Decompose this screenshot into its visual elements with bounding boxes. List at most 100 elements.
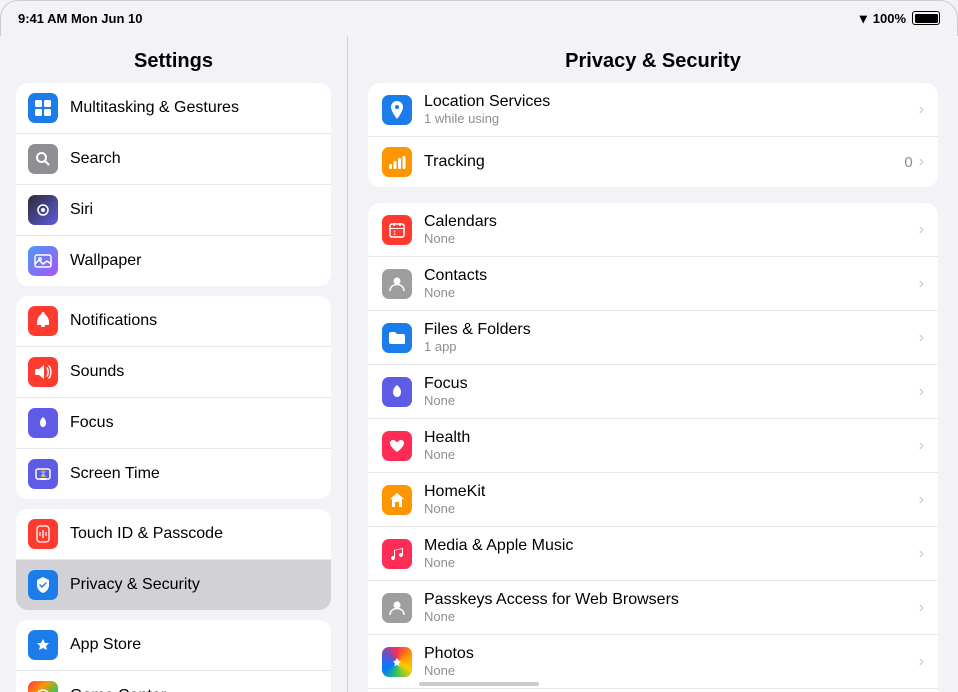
siri-icon	[28, 195, 58, 225]
location-services-icon	[382, 95, 412, 125]
sidebar-label-wallpaper: Wallpaper	[70, 252, 141, 270]
detail-item-tracking[interactable]: Tracking 0 ›	[368, 137, 938, 187]
sidebar-label-touchid: Touch ID & Passcode	[70, 525, 223, 543]
privacy-sidebar-icon	[28, 570, 58, 600]
sidebar-title: Settings	[0, 36, 347, 83]
sidebar-item-sounds[interactable]: Sounds	[16, 347, 331, 398]
focus-icon	[28, 408, 58, 438]
photos-sub: None	[424, 663, 919, 678]
tracking-icon	[382, 147, 412, 177]
home-indicator	[419, 682, 539, 686]
contacts-icon	[382, 269, 412, 299]
tracking-text: Tracking	[424, 153, 904, 171]
photos-right: ›	[919, 653, 924, 671]
detail-item-calendars[interactable]: 1 Calendars None ›	[368, 203, 938, 257]
notifications-icon	[28, 306, 58, 336]
detail-item-contacts[interactable]: Contacts None ›	[368, 257, 938, 311]
tracking-title: Tracking	[424, 153, 904, 171]
search-icon	[28, 144, 58, 174]
music-text: Media & Apple Music None	[424, 537, 919, 570]
battery-fill	[915, 14, 938, 23]
detail-item-files[interactable]: Files & Folders 1 app ›	[368, 311, 938, 365]
sidebar-item-focus[interactable]: Focus	[16, 398, 331, 449]
chevron-icon-6: ›	[919, 383, 924, 401]
sidebar-label-gamecenter: Game Center	[70, 687, 166, 692]
chevron-icon-2: ›	[919, 153, 924, 171]
sidebar: Settings Multitasking & Gestures	[0, 36, 348, 692]
main-container: Settings Multitasking & Gestures	[0, 36, 958, 692]
appstore-icon	[28, 630, 58, 660]
homekit-right: ›	[919, 491, 924, 509]
passkeys-sub: None	[424, 609, 919, 624]
wifi-icon: ▾	[860, 10, 867, 27]
chevron-icon-11: ›	[919, 653, 924, 671]
sidebar-item-appstore[interactable]: App Store	[16, 620, 331, 671]
detail-item-health[interactable]: Health None ›	[368, 419, 938, 473]
sidebar-group-1: Multitasking & Gestures Search	[16, 83, 331, 286]
calendars-right: ›	[919, 221, 924, 239]
passkeys-right: ›	[919, 599, 924, 617]
files-title: Files & Folders	[424, 321, 919, 339]
detail-item-location[interactable]: Location Services 1 while using ›	[368, 83, 938, 137]
focus-detail-title: Focus	[424, 375, 919, 393]
battery-icon	[912, 11, 940, 25]
multitasking-icon	[28, 93, 58, 123]
files-text: Files & Folders 1 app	[424, 321, 919, 354]
sidebar-item-notifications[interactable]: Notifications	[16, 296, 331, 347]
screentime-icon: ⌛	[28, 459, 58, 489]
contacts-text: Contacts None	[424, 267, 919, 300]
sidebar-item-multitasking[interactable]: Multitasking & Gestures	[16, 83, 331, 134]
detail-title: Privacy & Security	[368, 36, 938, 83]
sidebar-label-multitasking: Multitasking & Gestures	[70, 99, 239, 117]
sidebar-item-gamecenter[interactable]: Game Center	[16, 671, 331, 692]
sidebar-label-search: Search	[70, 150, 121, 168]
health-text: Health None	[424, 429, 919, 462]
svg-text:1: 1	[393, 231, 397, 237]
detail-item-focus[interactable]: Focus None ›	[368, 365, 938, 419]
location-title: Location Services	[424, 93, 919, 111]
calendars-text: Calendars None	[424, 213, 919, 246]
sidebar-item-wallpaper[interactable]: Wallpaper	[16, 236, 331, 286]
tracking-right: 0 ›	[904, 153, 924, 171]
files-icon	[382, 323, 412, 353]
gamecenter-icon	[28, 681, 58, 692]
location-text: Location Services 1 while using	[424, 93, 919, 126]
sidebar-item-privacy[interactable]: Privacy & Security	[16, 560, 331, 610]
sidebar-item-siri[interactable]: Siri	[16, 185, 331, 236]
sidebar-item-search[interactable]: Search	[16, 134, 331, 185]
files-sub: 1 app	[424, 339, 919, 354]
calendars-sub: None	[424, 231, 919, 246]
chevron-icon-7: ›	[919, 437, 924, 455]
sidebar-item-screentime[interactable]: ⌛ Screen Time	[16, 449, 331, 499]
music-title: Media & Apple Music	[424, 537, 919, 555]
location-right: ›	[919, 101, 924, 119]
sidebar-label-privacy: Privacy & Security	[70, 576, 200, 594]
sounds-icon	[28, 357, 58, 387]
passkeys-text: Passkeys Access for Web Browsers None	[424, 591, 919, 624]
sidebar-item-touchid[interactable]: Touch ID & Passcode	[16, 509, 331, 560]
detail-item-photos[interactable]: Photos None ›	[368, 635, 938, 689]
detail-group-1: Location Services 1 while using ›	[368, 83, 938, 187]
health-right: ›	[919, 437, 924, 455]
contacts-right: ›	[919, 275, 924, 293]
sidebar-content: Multitasking & Gestures Search	[0, 83, 347, 692]
detail-item-music[interactable]: Media & Apple Music None ›	[368, 527, 938, 581]
tracking-badge: 0	[904, 154, 912, 171]
status-time: 9:41 AM Mon Jun 10	[18, 11, 142, 26]
sidebar-label-focus: Focus	[70, 414, 114, 432]
homekit-icon	[382, 485, 412, 515]
sidebar-label-screentime: Screen Time	[70, 465, 160, 483]
music-icon	[382, 539, 412, 569]
music-right: ›	[919, 545, 924, 563]
detail-item-passkeys[interactable]: Passkeys Access for Web Browsers None ›	[368, 581, 938, 635]
battery-percent: 100%	[873, 11, 906, 26]
touchid-icon	[28, 519, 58, 549]
detail-item-homekit[interactable]: HomeKit None ›	[368, 473, 938, 527]
status-bar: 9:41 AM Mon Jun 10 ▾ 100%	[0, 0, 958, 36]
sidebar-group-2: Notifications Sounds	[16, 296, 331, 499]
sidebar-group-3: Touch ID & Passcode Privacy & Security	[16, 509, 331, 610]
detail-group-2: 1 Calendars None ›	[368, 203, 938, 692]
homekit-sub: None	[424, 501, 919, 516]
photos-icon	[382, 647, 412, 677]
status-icons: ▾ 100%	[860, 10, 940, 27]
